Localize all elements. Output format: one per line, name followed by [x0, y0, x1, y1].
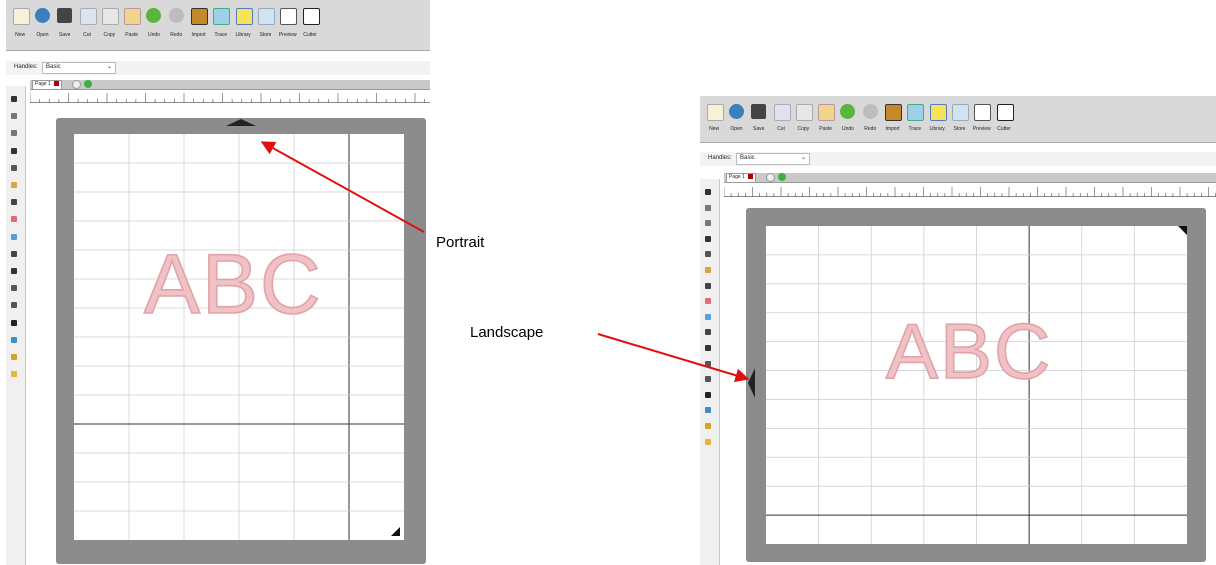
annotation-arrows — [260, 141, 750, 383]
landscape-arrow — [597, 333, 750, 383]
portrait-arrow — [260, 141, 425, 233]
